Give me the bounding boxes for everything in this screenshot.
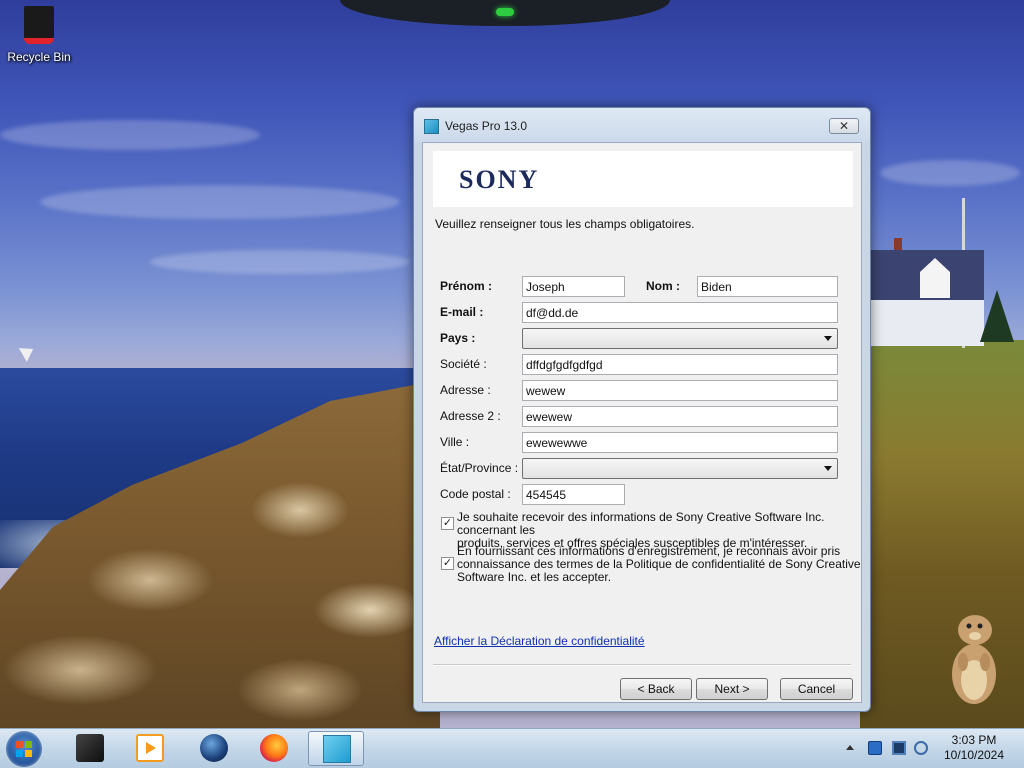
close-button[interactable]: ✕ xyxy=(829,118,859,134)
taskbar-item-firefox[interactable] xyxy=(246,731,302,766)
desktop-icon-label: Recycle Bin xyxy=(7,50,71,64)
chevron-down-icon xyxy=(824,466,832,471)
etat-dropdown[interactable] xyxy=(522,458,838,479)
cloud xyxy=(150,250,410,274)
ville-label: Ville : xyxy=(440,435,470,449)
vegas-registration-dialog: Vegas Pro 13.0 ✕ SONY Veuillez renseigne… xyxy=(413,107,871,712)
network-icon[interactable] xyxy=(892,741,906,755)
next-button[interactable]: Next > xyxy=(696,678,768,700)
firefox-icon xyxy=(260,734,288,762)
lighthouse-house xyxy=(868,238,986,348)
etat-label: État/Province : xyxy=(440,461,519,475)
societe-label: Société : xyxy=(440,357,487,371)
prairie-dog-mascot xyxy=(952,615,996,704)
adresse-label: Adresse : xyxy=(440,383,491,397)
ville-input[interactable] xyxy=(522,432,838,453)
cursor-icon xyxy=(18,342,38,362)
globe-app-icon xyxy=(200,734,228,762)
system-clock[interactable]: 3:03 PM 10/10/2024 xyxy=(936,733,1012,763)
recycle-bin-icon xyxy=(22,6,56,46)
dialog-client-area: SONY Veuillez renseigner tous les champs… xyxy=(422,142,862,703)
desktop-icon-recycle-bin[interactable]: Recycle Bin xyxy=(4,6,74,64)
privacy-statement-link[interactable]: Afficher la Déclaration de confidentiali… xyxy=(434,634,645,648)
cloud xyxy=(880,160,1020,186)
intro-text: Veuillez renseigner tous les champs obli… xyxy=(435,217,695,231)
newsletter-checkbox[interactable]: ✓ xyxy=(441,517,454,530)
show-hidden-icons-icon[interactable] xyxy=(846,745,854,750)
tray-app-icon[interactable] xyxy=(868,741,882,755)
brand-banner: SONY xyxy=(433,151,853,207)
vegas-app-icon xyxy=(424,119,439,134)
pays-label: Pays : xyxy=(440,331,476,345)
taskbar-item-media[interactable] xyxy=(122,731,178,766)
title-bar[interactable]: Vegas Pro 13.0 ✕ xyxy=(414,108,870,142)
box-app-icon xyxy=(76,734,104,762)
nom-label: Nom : xyxy=(646,279,680,293)
taskbar-item-vegas[interactable] xyxy=(308,731,364,766)
windows-logo-icon xyxy=(16,741,32,757)
adresse-input[interactable] xyxy=(522,380,838,401)
prenom-input[interactable] xyxy=(522,276,625,297)
status-led xyxy=(496,8,514,16)
societe-input[interactable] xyxy=(522,354,838,375)
start-button[interactable] xyxy=(6,731,42,767)
taskbar: 3:03 PM 10/10/2024 xyxy=(0,728,1024,768)
back-button[interactable]: < Back xyxy=(620,678,692,700)
media-player-icon xyxy=(136,734,164,762)
privacy-accept-text: En fournissant ces informations d'enregi… xyxy=(457,544,861,584)
top-dock-bar xyxy=(340,0,670,26)
chevron-down-icon xyxy=(824,336,832,341)
adresse2-label: Adresse 2 : xyxy=(440,409,501,423)
vegas-pro-icon xyxy=(323,735,351,763)
email-input[interactable] xyxy=(522,302,838,323)
cloud xyxy=(40,185,400,219)
prenom-label: Prénom : xyxy=(440,279,493,293)
code-postal-label: Code postal : xyxy=(440,487,511,501)
pays-dropdown[interactable] xyxy=(522,328,838,349)
privacy-accept-checkbox[interactable]: ✓ xyxy=(441,557,454,570)
cloud xyxy=(0,120,260,150)
cancel-button[interactable]: Cancel xyxy=(780,678,853,700)
code-postal-input[interactable] xyxy=(522,484,625,505)
volume-icon[interactable] xyxy=(914,741,928,755)
footer-divider xyxy=(433,664,851,666)
adresse2-input[interactable] xyxy=(522,406,838,427)
clock-time: 3:03 PM xyxy=(951,733,997,747)
window-title: Vegas Pro 13.0 xyxy=(445,119,528,133)
nom-input[interactable] xyxy=(697,276,838,297)
taskbar-item-box[interactable] xyxy=(62,731,118,766)
taskbar-item-globe[interactable] xyxy=(186,731,242,766)
email-label: E-mail : xyxy=(440,305,484,319)
sony-logo: SONY xyxy=(459,165,540,194)
clock-date: 10/10/2024 xyxy=(943,748,1005,762)
